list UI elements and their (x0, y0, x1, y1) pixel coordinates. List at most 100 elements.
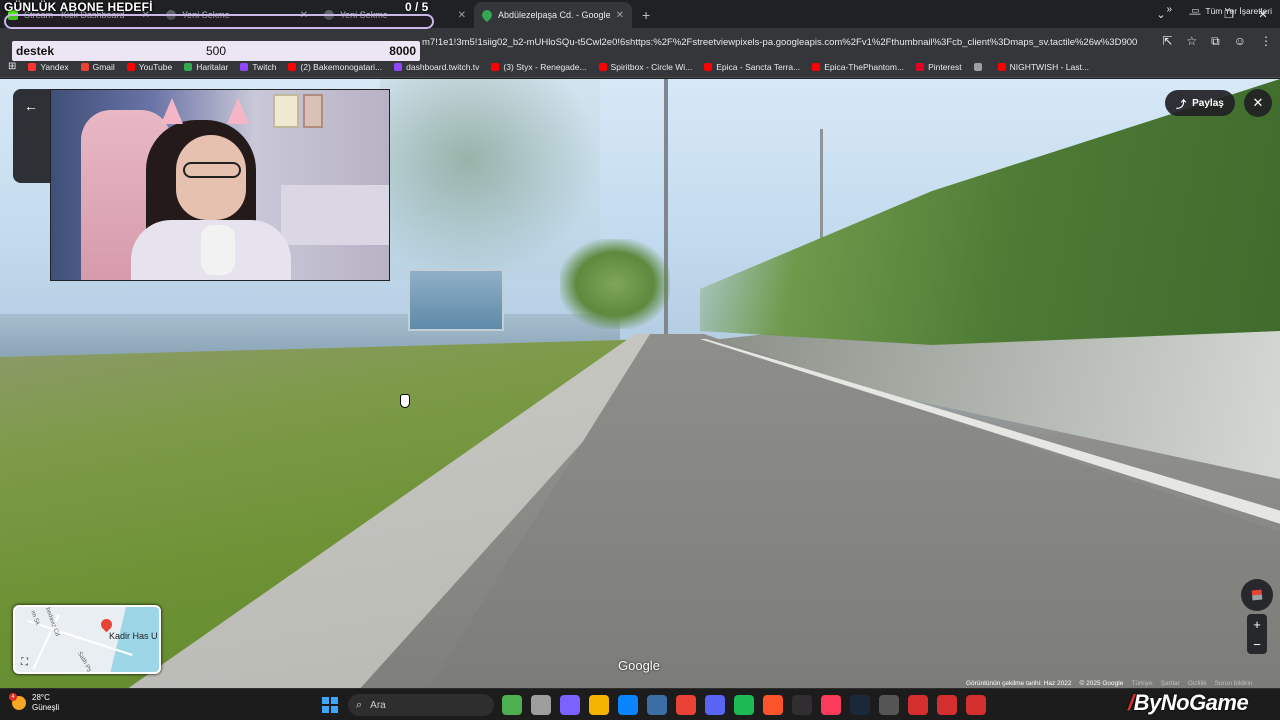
bookmark-item[interactable]: (2) Bakemonogatari... (288, 62, 382, 72)
app-red-3-icon[interactable] (966, 695, 986, 715)
bookmark-favicon-icon (80, 62, 89, 71)
app-red-2-icon[interactable] (937, 695, 957, 715)
bookmark-label: Epica-ThePhantom... (824, 61, 905, 72)
steam-icon[interactable] (850, 695, 870, 715)
close-street-view-button[interactable]: ✕ (1244, 89, 1272, 117)
back-arrow-icon[interactable]: ← (24, 98, 38, 114)
bookmark-label: (2) Bakemonogatari... (300, 61, 383, 72)
bookmark-label: YouTube (138, 61, 173, 72)
minimap[interactable]: Salih Pş ım Sk bedaviz Cd Kadir Has U ⛶ (13, 605, 161, 674)
bookmark-favicon-icon (394, 62, 403, 71)
apps-grid-icon[interactable]: ⊞ (8, 61, 16, 72)
bookmark-item[interactable] (973, 62, 986, 71)
sun-icon: 4 (9, 693, 26, 710)
store-icon[interactable] (647, 695, 667, 715)
bookmark-item[interactable]: Yandex (28, 62, 69, 72)
donation-label: destek (16, 44, 55, 58)
dropdown-icon[interactable]: ⌄ (1144, 0, 1178, 28)
footer-terms[interactable]: Şartlar (1161, 680, 1180, 687)
tree-center (560, 239, 670, 329)
github-icon[interactable] (879, 695, 899, 715)
bookmark-item[interactable]: Haritalar (184, 62, 228, 72)
expand-icon[interactable]: ⛶ (21, 657, 28, 668)
bookmark-item[interactable]: NIGHTWISH - Last... (997, 61, 1089, 72)
weather-widget[interactable]: 4 28°C Güneşli (9, 693, 60, 713)
bookmark-label: Haritalar (196, 61, 229, 72)
bookmark-item[interactable]: (3) Styx - Renegade... (491, 61, 587, 72)
donation-target: 8000 (389, 44, 416, 58)
chrome-icon[interactable] (676, 695, 696, 715)
menu-icon[interactable]: ⋮ (1260, 34, 1272, 49)
location-pin-icon (98, 616, 115, 633)
weather-description: Güneşli (32, 703, 60, 712)
search-placeholder: Ara (370, 699, 386, 711)
google-logo: Google (618, 658, 660, 673)
new-tab-button[interactable]: + (632, 2, 660, 28)
footer-country[interactable]: Türkiye (1131, 680, 1152, 687)
bookmark-label: Twitch (252, 61, 277, 72)
bookmark-item[interactable]: Pinterest (916, 62, 962, 72)
star-icon[interactable]: ☆ (1186, 34, 1197, 49)
minimap-place-label: Kadir Has U (109, 631, 158, 641)
bynogame-watermark: /ByNoGame (1128, 690, 1249, 716)
app-red-1-icon[interactable] (908, 695, 928, 715)
bookmark-item[interactable]: dashboard.twitch.tv (394, 62, 479, 72)
itunes-icon[interactable] (821, 695, 841, 715)
bookmark-item[interactable]: YouTube (126, 61, 173, 72)
minimap-street-label: ım Sk (29, 609, 41, 627)
bookmark-favicon-icon (916, 62, 925, 71)
bookmark-item[interactable]: Spiritbox - Circle Wi... (598, 62, 692, 72)
start-button[interactable] (322, 697, 338, 713)
install-icon[interactable]: ⇱ (1162, 34, 1172, 49)
taskbar-search[interactable]: ⌕ Ara (348, 694, 494, 716)
bookmark-item[interactable]: Gmail (80, 62, 115, 72)
minimap-street-label: Salih Pş (75, 650, 93, 674)
street-view-footer: Görüntünün çekilme tarihi: Haz 2022 © 20… (966, 680, 1253, 687)
copilot-icon[interactable] (560, 695, 580, 715)
webcam-overlay (50, 89, 390, 281)
glasses (183, 162, 241, 178)
bookmark-item[interactable]: Epica-ThePhantom... (812, 62, 904, 72)
mouse-cursor (400, 394, 410, 408)
url-text[interactable]: m7!1e1!3m5!1siig02_b2-mUHloSQu-t5Cwl2e0!… (422, 37, 1137, 48)
all-bookmarks[interactable]: ▭ Tüm Yer İşaretleri (1191, 5, 1272, 16)
all-bookmarks-label: Tüm Yer İşaretleri (1205, 5, 1272, 16)
close-tab-icon[interactable]: ✕ (458, 10, 466, 21)
bookmark-item[interactable]: Twitch (240, 62, 276, 72)
widgets-icon[interactable] (502, 695, 522, 715)
discord-icon[interactable] (705, 695, 725, 715)
maps-pin-icon (479, 7, 495, 23)
compass-button[interactable] (1241, 579, 1273, 611)
bookmark-favicon-icon (288, 62, 297, 71)
bookmark-favicon-icon (812, 62, 821, 71)
bookmark-label: dashboard.twitch.tv (406, 61, 480, 72)
donation-goal-bar: destek 500 8000 (12, 41, 420, 61)
task-view-icon[interactable] (531, 695, 551, 715)
zoom-in-icon[interactable]: + (1253, 617, 1261, 632)
donation-current: 500 (206, 44, 227, 58)
share-button[interactable]: ⤴ Paylaş (1165, 90, 1235, 116)
obs-icon[interactable] (792, 695, 812, 715)
bookmark-label: Epica - Sancta Terra... (716, 61, 801, 72)
tab-google-maps[interactable]: Abdülezelpaşa Cd. - Google Ha ✕ (474, 2, 632, 28)
edge-icon[interactable] (618, 695, 638, 715)
profile-icon[interactable]: ☺ (1234, 34, 1246, 49)
more-bookmarks-icon[interactable]: » (1166, 4, 1172, 15)
bookmark-item[interactable]: Epica - Sancta Terra... (704, 62, 800, 72)
footer-privacy[interactable]: Gizlilik (1188, 680, 1207, 687)
extensions-icon[interactable]: ⧉ (1211, 34, 1220, 49)
share-icon: ⤴ (1176, 99, 1187, 111)
bookmark-favicon-icon (997, 62, 1006, 71)
minimap-street-label: bedaviz Cd (44, 606, 60, 638)
compass-needle-icon (1247, 585, 1267, 605)
bookmark-label: NIGHTWISH - Last... (1009, 61, 1089, 72)
brave-icon[interactable] (763, 695, 783, 715)
close-tab-icon[interactable]: ✕ (616, 10, 624, 21)
bookmark-label: (3) Styx - Renegade... (503, 61, 587, 72)
zoom-out-icon[interactable]: − (1253, 637, 1261, 652)
spotify-icon[interactable] (734, 695, 754, 715)
file-explorer-icon[interactable] (589, 695, 609, 715)
bookmark-favicon-icon (491, 62, 500, 71)
footer-report[interactable]: Sorun bildirin (1215, 680, 1253, 687)
capture-date: Görüntünün çekilme tarihi: Haz 2022 (966, 680, 1072, 687)
